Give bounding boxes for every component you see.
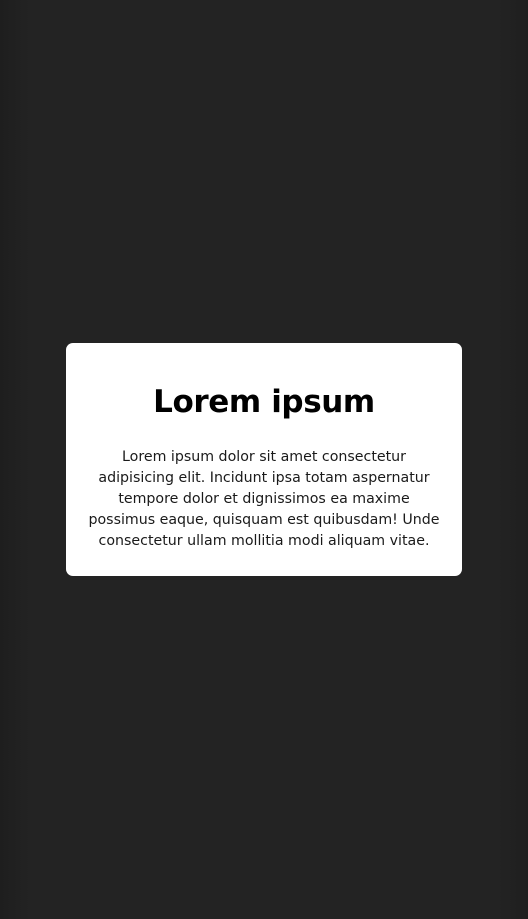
content-card: Lorem ipsum Lorem ipsum dolor sit amet c… bbox=[66, 343, 462, 576]
card-title: Lorem ipsum bbox=[153, 384, 375, 420]
card-body-text: Lorem ipsum dolor sit amet consectetur a… bbox=[88, 449, 440, 549]
